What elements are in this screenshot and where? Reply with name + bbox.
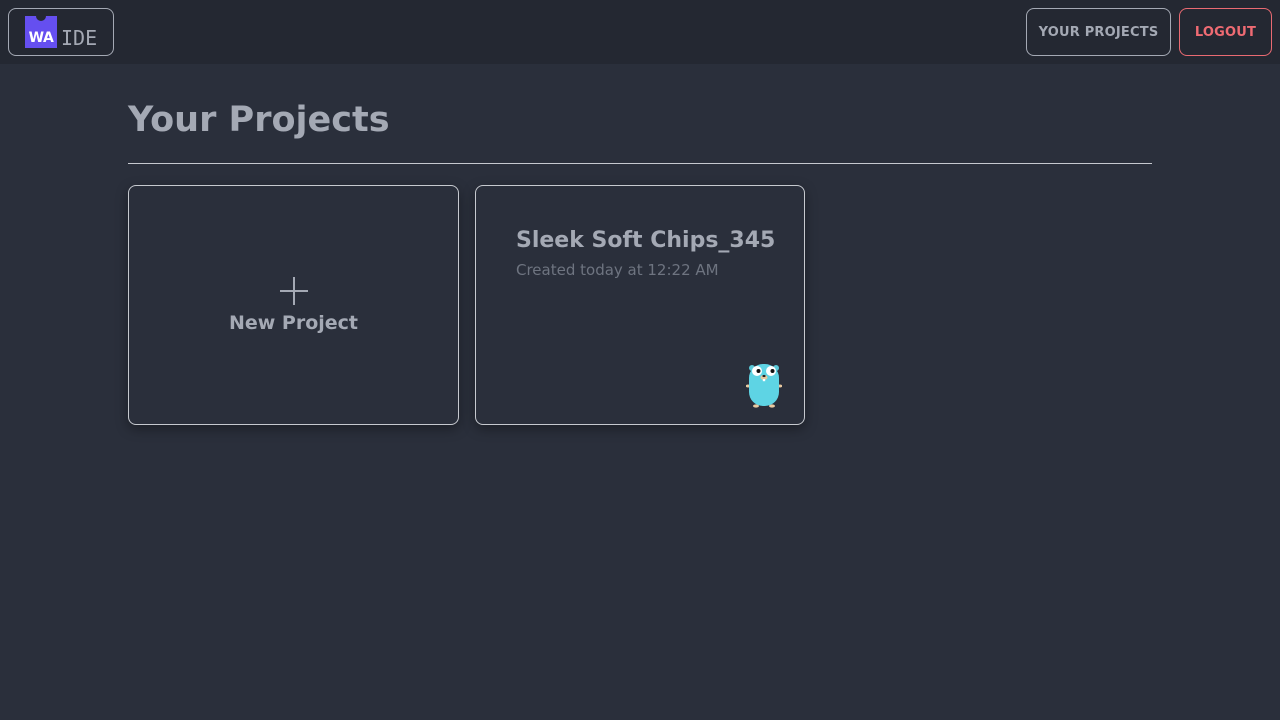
plus-icon [280,277,308,305]
home-logo-button[interactable]: WA IDE [8,8,114,56]
page-title: Your Projects [128,100,390,140]
top-bar: WA IDE YOUR PROJECTS LOGOUT [0,0,1280,64]
gopher-icon [746,364,782,408]
logout-button[interactable]: LOGOUT [1179,8,1272,56]
project-name: Sleek Soft Chips_345 [516,228,776,253]
project-card[interactable]: Sleek Soft Chips_345 Created today at 12… [475,185,805,425]
project-created-date: Created today at 12:22 AM [516,261,719,279]
webassembly-logo-icon: WA [25,15,57,48]
title-divider [128,163,1152,164]
new-project-label: New Project [228,312,359,334]
your-projects-button[interactable]: YOUR PROJECTS [1026,8,1171,56]
logo-text: IDE [61,26,98,50]
logo-mark-text: WA [28,30,54,46]
new-project-card[interactable]: New Project [128,185,459,425]
